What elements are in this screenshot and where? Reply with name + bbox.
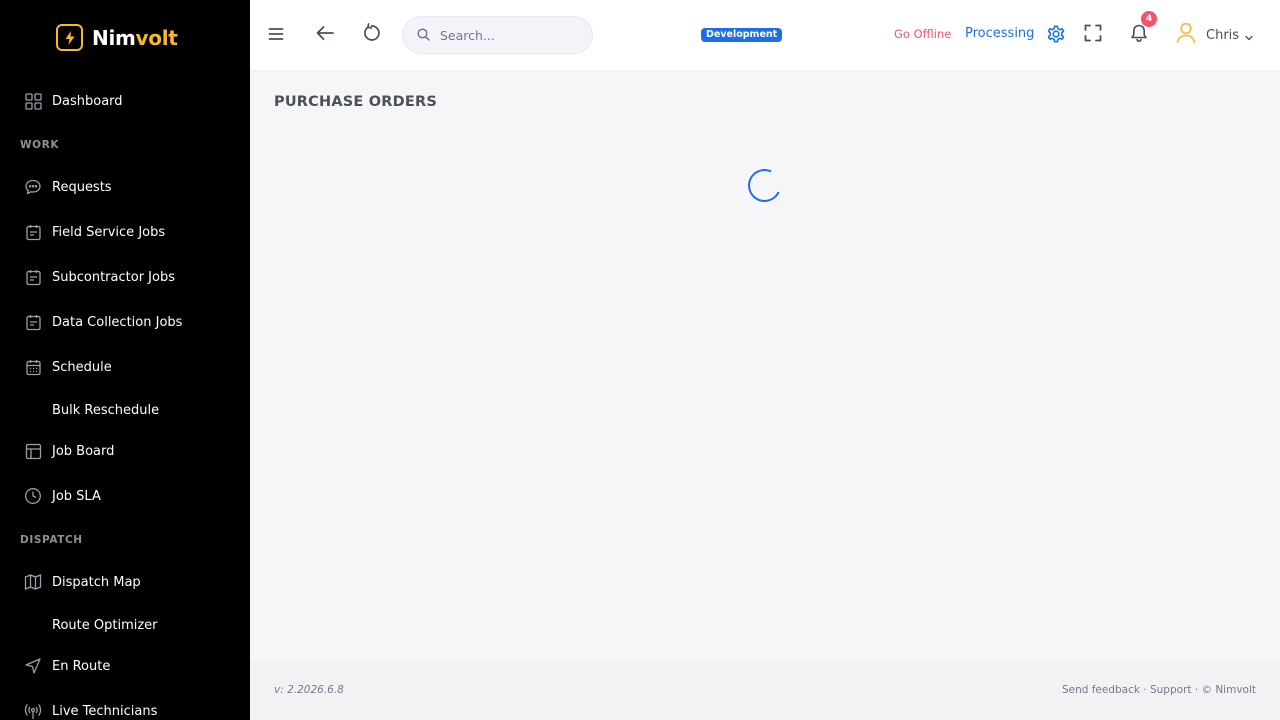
arrow-left-icon [315, 25, 335, 45]
sidebar-item-label: Job Board [52, 443, 115, 459]
sidebar-item-label: Data Collection Jobs [52, 314, 183, 330]
clipboard-icon [24, 268, 42, 286]
sidebar-item-label: Schedule [52, 359, 112, 375]
sidebar-section-dispatch: DISPATCH [20, 534, 83, 546]
sidebar-item-requests[interactable]: Requests [24, 175, 112, 199]
sidebar-item-label: Field Service Jobs [52, 224, 166, 240]
go-offline-link[interactable]: Go Offline [894, 27, 951, 41]
search-box [402, 16, 593, 54]
processing-status[interactable]: Processing [965, 26, 1034, 41]
sidebar-item-label: Dispatch Map [52, 574, 141, 590]
app-name: Nimvolt [92, 25, 178, 50]
footer-links[interactable]: Send feedback · Support · © Nimvolt [1062, 684, 1256, 696]
sidebar-item-dispatch-map[interactable]: Dispatch Map [24, 570, 141, 594]
notification-count-badge: 4 [1141, 11, 1157, 27]
environment-badge: Development [701, 28, 783, 42]
chat-bubble-icon [24, 178, 42, 196]
sidebar-item-field-service-jobs[interactable]: Field Service Jobs [24, 220, 165, 244]
user-name: Chris [1206, 27, 1240, 43]
topbar: Development Go Offline Processing 4 Chri… [250, 0, 1280, 70]
sidebar-item-live-technicians[interactable]: Live Technicians [24, 699, 157, 720]
sidebar-item-data-collection-jobs[interactable]: Data Collection Jobs [24, 310, 182, 334]
broadcast-icon [24, 702, 42, 720]
sidebar-item-job-board[interactable]: Job Board [24, 439, 114, 463]
version-label: v: 2.2026.6.8 [274, 684, 344, 696]
sidebar-item-subcontractor-jobs[interactable]: Subcontractor Jobs [24, 265, 175, 289]
fullscreen-icon [1084, 24, 1102, 46]
sidebar-item-job-sla[interactable]: Job SLA [24, 484, 101, 508]
footer: v: 2.2026.6.8 Send feedback · Support · … [250, 660, 1280, 720]
sidebar-item-schedule[interactable]: Schedule [24, 355, 112, 379]
gear-icon[interactable] [1046, 24, 1066, 44]
sidebar-item-route-optimizer[interactable]: Route Optimizer [52, 613, 158, 637]
loading-spinner [743, 164, 786, 207]
sidebar-item-en-route[interactable]: En Route [24, 654, 110, 678]
sidebar-item-label: Requests [52, 179, 112, 195]
clock-icon [24, 487, 42, 505]
navigation-arrow-icon [24, 657, 42, 675]
sidebar-item-label: Job SLA [52, 488, 101, 504]
sidebar-item-label: Route Optimizer [52, 617, 158, 633]
user-icon [1176, 22, 1196, 48]
search-input[interactable] [440, 27, 570, 43]
clipboard-icon [24, 223, 42, 241]
sidebar-item-label: Bulk Reschedule [52, 402, 160, 418]
app-logo[interactable]: Nimvolt [56, 24, 178, 51]
sidebar-item-dashboard[interactable]: Dashboard [24, 89, 123, 113]
back-button[interactable] [313, 23, 337, 47]
board-layout-icon [24, 442, 42, 460]
sidebar-item-label: Dashboard [52, 93, 123, 109]
calendar-icon [24, 358, 42, 376]
user-menu[interactable]: Chris [1176, 22, 1253, 48]
search-icon [417, 26, 430, 45]
sidebar-item-label: Subcontractor Jobs [52, 269, 175, 285]
hamburger-icon [268, 26, 284, 45]
sidebar-item-label: En Route [52, 658, 111, 674]
page-title: PURCHASE ORDERS [274, 94, 438, 110]
chevron-down-icon [1245, 26, 1253, 45]
clipboard-icon [24, 313, 42, 331]
sidebar-item-label: Live Technicians [52, 703, 158, 719]
map-icon [24, 573, 42, 591]
menu-toggle-button[interactable] [264, 23, 288, 47]
sidebar-item-bulk-reschedule[interactable]: Bulk Reschedule [52, 398, 159, 422]
lightning-bolt-icon [56, 24, 83, 51]
sidebar-section-work: WORK [20, 139, 60, 151]
refresh-icon [361, 23, 381, 47]
refresh-button[interactable] [359, 23, 383, 47]
grid-icon [24, 92, 42, 110]
fullscreen-button[interactable] [1081, 23, 1105, 47]
sidebar: Nimvolt Dashboard WORK Requests Field Se… [0, 0, 250, 720]
